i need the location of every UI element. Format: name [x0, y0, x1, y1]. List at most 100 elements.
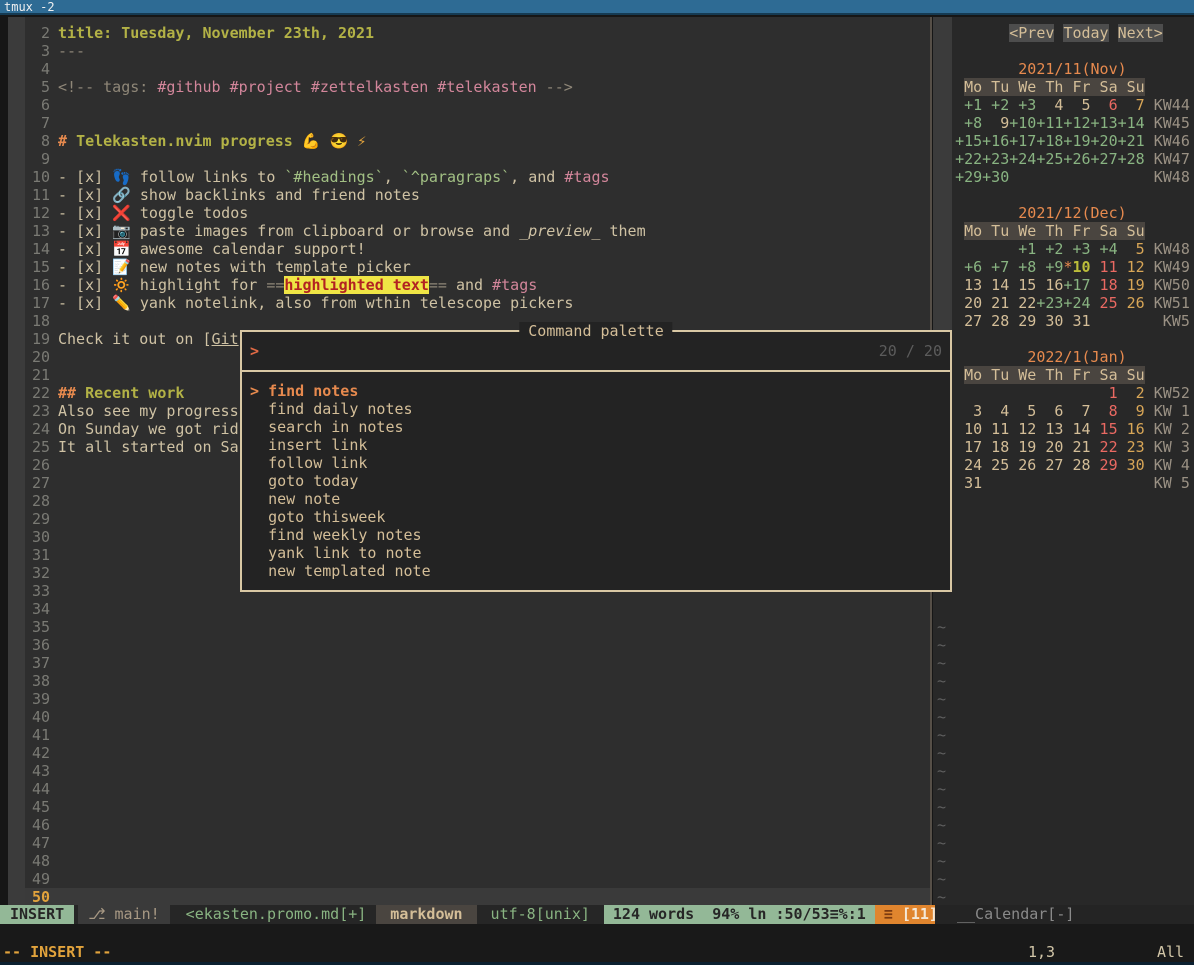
- command-line[interactable]: :lua require('telekasten').panel(): [0, 924, 1194, 943]
- calendar-line[interactable]: [937, 510, 1194, 528]
- editor-line[interactable]: 4: [25, 60, 930, 78]
- editor-line[interactable]: 35: [25, 618, 930, 636]
- calendar-line[interactable]: 3 4 5 6 7 8 9 KW 1: [937, 402, 1194, 420]
- calendar-line[interactable]: ~: [937, 618, 1194, 636]
- editor-line[interactable]: 12- [x] ❌ toggle todos: [25, 204, 930, 222]
- calendar-line[interactable]: 2021/12(Dec): [937, 204, 1194, 222]
- calendar-line[interactable]: 10 11 12 13 14 15 16 KW 2: [937, 420, 1194, 438]
- editor-line[interactable]: 5<!-- tags: #github #project #zettelkast…: [25, 78, 930, 96]
- editor-line[interactable]: 48: [25, 852, 930, 870]
- calendar-line[interactable]: ~: [937, 816, 1194, 834]
- calendar-line[interactable]: [937, 600, 1194, 618]
- editor-line[interactable]: 47: [25, 834, 930, 852]
- editor-line[interactable]: 36: [25, 636, 930, 654]
- palette-item[interactable]: new note: [250, 490, 950, 508]
- editor-line[interactable]: 6: [25, 96, 930, 114]
- palette-item[interactable]: follow link: [250, 454, 950, 472]
- calendar-line[interactable]: +22+23+24+25+26+27+28 KW47: [937, 150, 1194, 168]
- calendar-line[interactable]: Mo Tu We Th Fr Sa Su: [937, 366, 1194, 384]
- calendar-line[interactable]: ~: [937, 672, 1194, 690]
- calendar-line[interactable]: 1 2 KW52: [937, 384, 1194, 402]
- calendar-line[interactable]: 17 18 19 20 21 22 23 KW 3: [937, 438, 1194, 456]
- calendar-line[interactable]: +1 +2 +3 4 5 6 7 KW44: [937, 96, 1194, 114]
- editor-line[interactable]: 42: [25, 744, 930, 762]
- calendar-line[interactable]: ~: [937, 654, 1194, 672]
- calendar-line[interactable]: ~: [937, 798, 1194, 816]
- calendar-line[interactable]: ~: [937, 834, 1194, 852]
- calendar-line[interactable]: 27 28 29 30 31 KW5: [937, 312, 1194, 330]
- calendar-nav-button[interactable]: Today: [1063, 24, 1108, 42]
- editor-line[interactable]: 15- [x] 📝 new notes with template picker: [25, 258, 930, 276]
- editor-line[interactable]: 9: [25, 150, 930, 168]
- calendar-line[interactable]: +6 +7 +8 +9*10 11 12 KW49: [937, 258, 1194, 276]
- calendar-line[interactable]: [937, 528, 1194, 546]
- editor-line[interactable]: 38: [25, 672, 930, 690]
- calendar-line[interactable]: 31 KW 5: [937, 474, 1194, 492]
- calendar-line[interactable]: ~: [937, 762, 1194, 780]
- calendar-line[interactable]: ~: [937, 870, 1194, 888]
- calendar-nav-button[interactable]: <Prev: [1009, 24, 1054, 42]
- calendar-line[interactable]: [937, 564, 1194, 582]
- calendar-line[interactable]: Mo Tu We Th Fr Sa Su: [937, 78, 1194, 96]
- palette-item[interactable]: find weekly notes: [250, 526, 950, 544]
- palette-item[interactable]: > find notes: [250, 382, 950, 400]
- editor-line[interactable]: 37: [25, 654, 930, 672]
- calendar-line[interactable]: Mo Tu We Th Fr Sa Su: [937, 222, 1194, 240]
- calendar-line[interactable]: 13 14 15 16+17 18 19 KW50: [937, 276, 1194, 294]
- calendar-panel[interactable]: <Prev Today Next> 2021/11(Nov) Mo Tu We …: [933, 17, 1194, 905]
- editor-line[interactable]: 3---: [25, 42, 930, 60]
- editor-line[interactable]: 50: [25, 888, 930, 905]
- palette-item[interactable]: goto today: [250, 472, 950, 490]
- palette-item[interactable]: goto thisweek: [250, 508, 950, 526]
- editor-line[interactable]: 11- [x] 🔗 show backlinks and friend note…: [25, 186, 930, 204]
- editor-line[interactable]: 2title: Tuesday, November 23th, 2021: [25, 24, 930, 42]
- calendar-line[interactable]: [937, 330, 1194, 348]
- calendar-line[interactable]: [937, 492, 1194, 510]
- editor-line[interactable]: 46: [25, 816, 930, 834]
- editor-line[interactable]: 14- [x] 📅 awesome calendar support!: [25, 240, 930, 258]
- calendar-line[interactable]: ~: [937, 690, 1194, 708]
- editor-line[interactable]: 45: [25, 798, 930, 816]
- editor-line[interactable]: 10- [x] 👣 follow links to `#headings`, `…: [25, 168, 930, 186]
- palette-item[interactable]: insert link: [250, 436, 950, 454]
- calendar-nav-button[interactable]: Next>: [1118, 24, 1163, 42]
- editor-line[interactable]: 49: [25, 870, 930, 888]
- calendar-line[interactable]: +1 +2 +3 +4 5 KW48: [937, 240, 1194, 258]
- calendar-line[interactable]: ~: [937, 708, 1194, 726]
- calendar-line[interactable]: ~: [937, 888, 1194, 905]
- calendar-line[interactable]: ~: [937, 744, 1194, 762]
- editor-line[interactable]: 8# Telekasten.nvim progress 💪 😎 ⚡: [25, 132, 930, 150]
- calendar-line[interactable]: 2022/1(Jan): [937, 348, 1194, 366]
- calendar-line[interactable]: [937, 42, 1194, 60]
- editor-line[interactable]: 41: [25, 726, 930, 744]
- editor-line[interactable]: 44: [25, 780, 930, 798]
- calendar-line[interactable]: 2021/11(Nov): [937, 60, 1194, 78]
- editor-line[interactable]: 7: [25, 114, 930, 132]
- palette-item[interactable]: find daily notes: [250, 400, 950, 418]
- calendar-line[interactable]: +15+16+17+18+19+20+21 KW46: [937, 132, 1194, 150]
- calendar-line[interactable]: ~: [937, 852, 1194, 870]
- editor-line[interactable]: 34: [25, 600, 930, 618]
- calendar-line[interactable]: +8 9+10+11+12+13+14 KW45: [937, 114, 1194, 132]
- calendar-line[interactable]: ~: [937, 726, 1194, 744]
- calendar-line[interactable]: [937, 582, 1194, 600]
- editor-line[interactable]: 18: [25, 312, 930, 330]
- calendar-line[interactable]: <Prev Today Next>: [937, 24, 1194, 42]
- editor-line[interactable]: 16- [x] 🔅 highlight for ==highlighted te…: [25, 276, 930, 294]
- left-scrollbar[interactable]: [8, 17, 25, 905]
- editor-line[interactable]: 39: [25, 690, 930, 708]
- calendar-line[interactable]: ~: [937, 636, 1194, 654]
- editor-line[interactable]: 17- [x] ✏️ yank notelink, also from wthi…: [25, 294, 930, 312]
- calendar-line[interactable]: 20 21 22+23+24 25 26 KW51: [937, 294, 1194, 312]
- calendar-line[interactable]: [937, 546, 1194, 564]
- calendar-line[interactable]: [937, 186, 1194, 204]
- palette-item[interactable]: search in notes: [250, 418, 950, 436]
- calendar-line[interactable]: +29+30 KW48: [937, 168, 1194, 186]
- palette-item[interactable]: new templated note: [250, 562, 950, 580]
- calendar-line[interactable]: ~: [937, 780, 1194, 798]
- editor-line[interactable]: 40: [25, 708, 930, 726]
- editor-line[interactable]: 43: [25, 762, 930, 780]
- palette-item[interactable]: yank link to note: [250, 544, 950, 562]
- calendar-line[interactable]: 24 25 26 27 28 29 30 KW 4: [937, 456, 1194, 474]
- editor-line[interactable]: 13- [x] 📷 paste images from clipboard or…: [25, 222, 930, 240]
